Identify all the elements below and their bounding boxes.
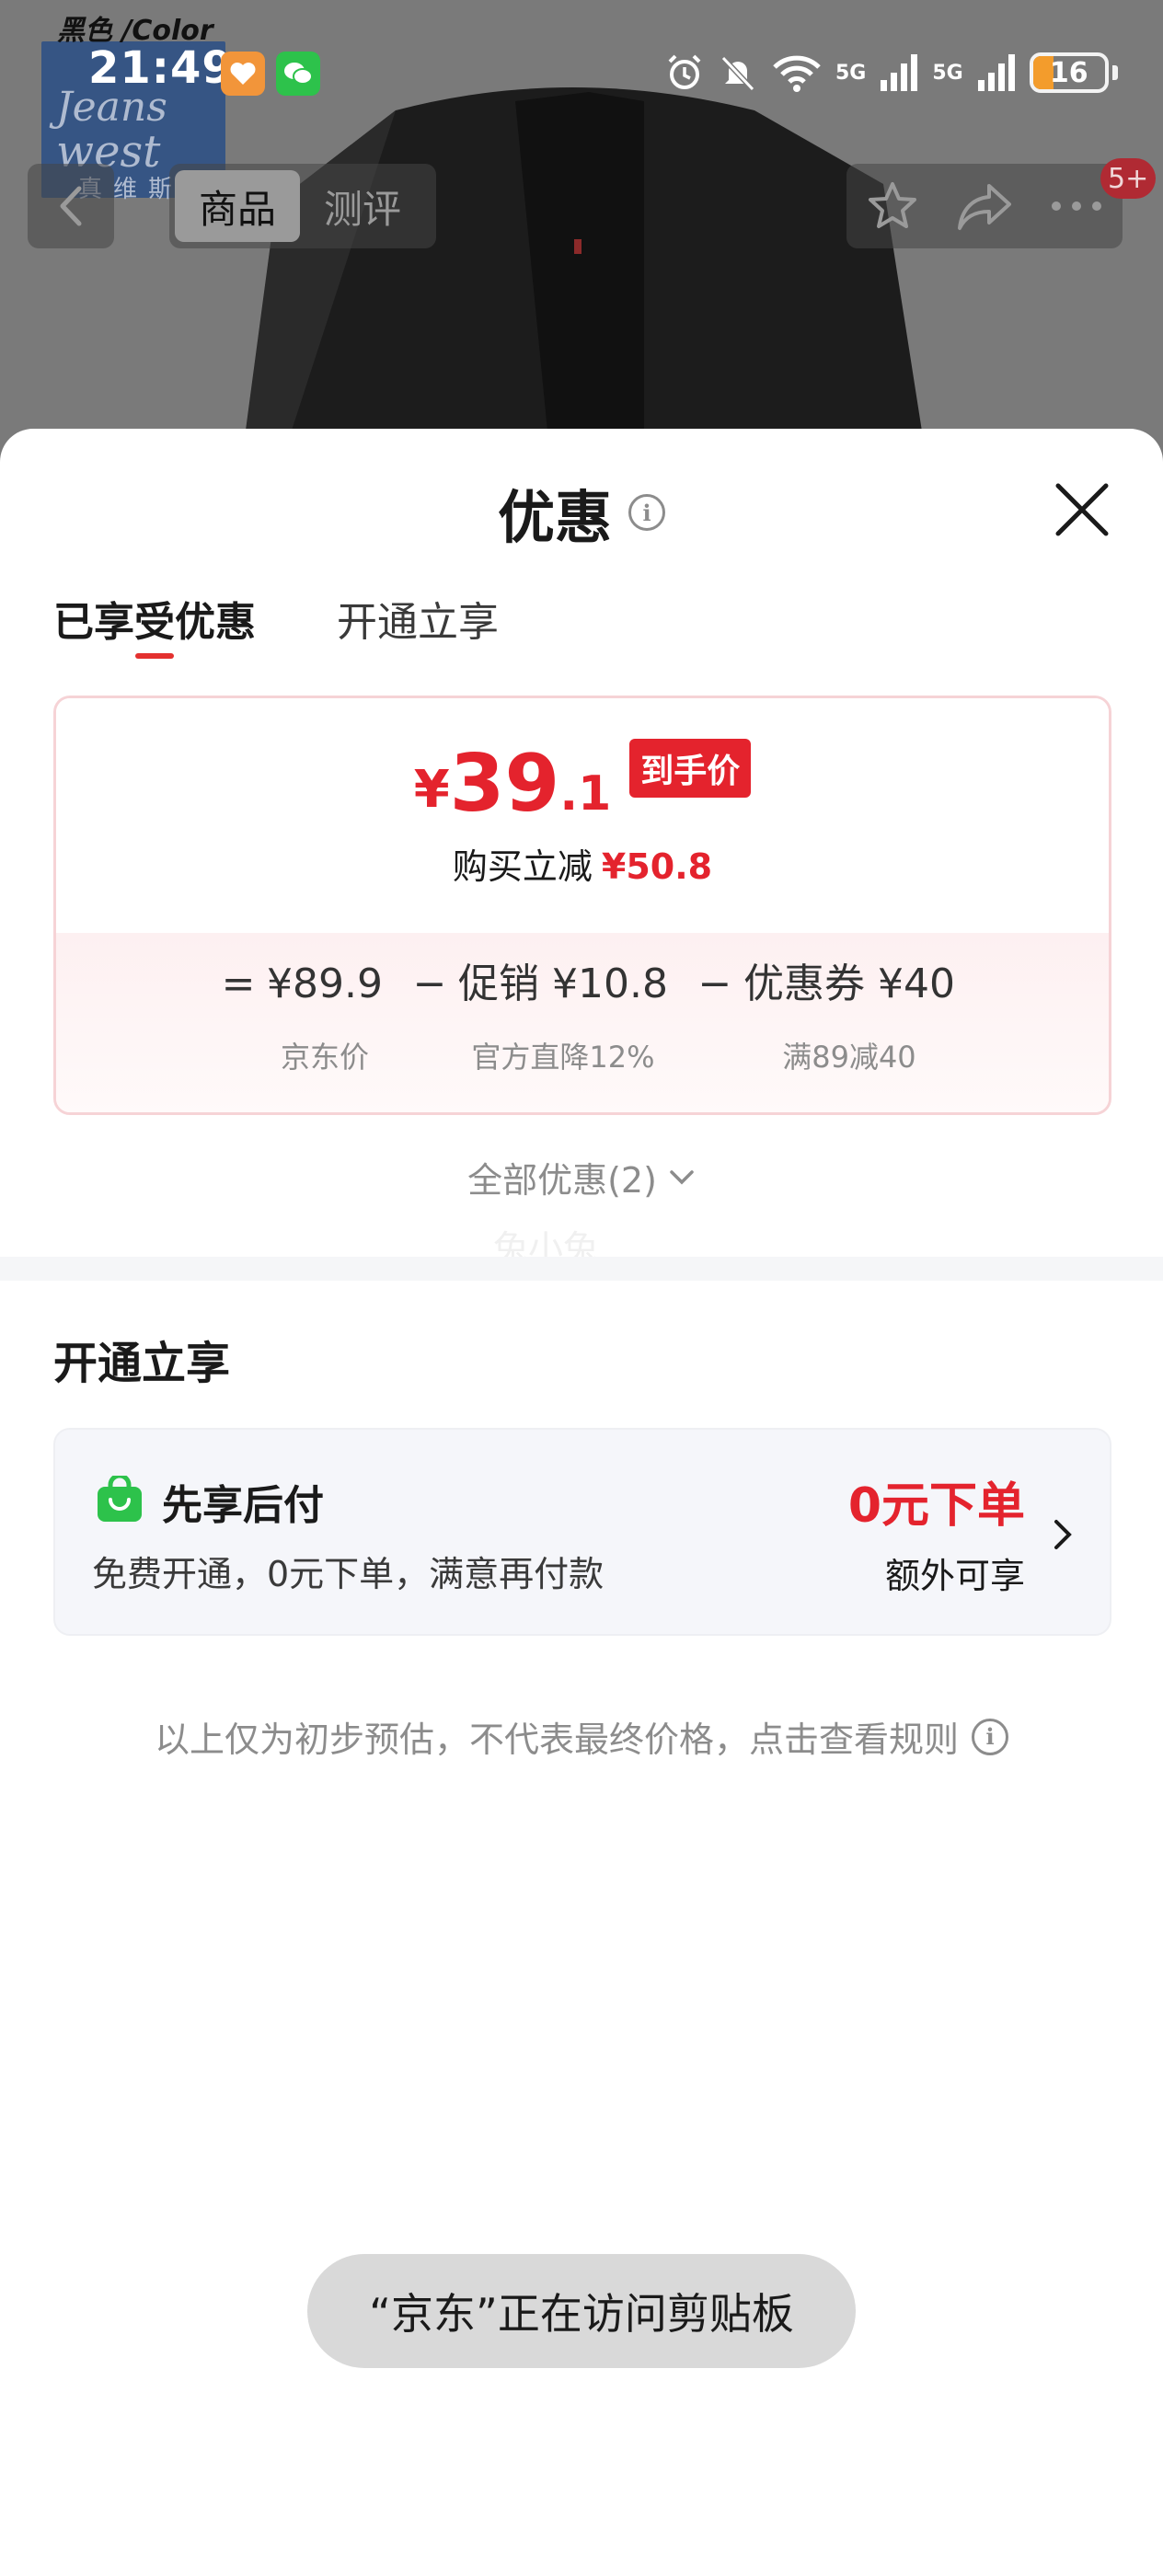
chevron-down-icon bbox=[670, 1169, 694, 1184]
activate-section-title: 开通立享 bbox=[53, 1338, 231, 1389]
star-icon[interactable] bbox=[865, 178, 920, 234]
wifi-icon bbox=[773, 55, 821, 92]
pay-later-highlight: 0元下单 bbox=[847, 1478, 1025, 1534]
pay-later-extra: 额外可享 bbox=[884, 1556, 1025, 1596]
signal-icon-2 bbox=[977, 54, 1015, 91]
all-discounts-toggle[interactable]: 全部优惠(2) bbox=[0, 1152, 1163, 1202]
share-icon[interactable] bbox=[956, 180, 1013, 232]
shopping-bag-icon bbox=[98, 1476, 142, 1522]
sheet-title: 优惠 bbox=[497, 484, 612, 551]
chevron-right-icon bbox=[1054, 1520, 1072, 1549]
final-price-tag: 到手价 bbox=[629, 739, 752, 798]
clipboard-toast: “京东”正在访问剪贴板 bbox=[307, 2254, 856, 2368]
instant-saving: 购买立减 ¥50.8 bbox=[452, 846, 713, 887]
price-breakdown-card: ¥ 39 .1 到手价 购买立减 ¥50.8 = ¥89.9 京东价 − 促销 ¥… bbox=[53, 696, 1111, 1115]
section-divider bbox=[0, 1257, 1163, 1281]
signal1-label: 5G bbox=[835, 61, 867, 85]
rules-info-icon: i bbox=[972, 1718, 1008, 1755]
pay-later-desc: 免费开通，0元下单，满意再付款 bbox=[92, 1554, 605, 1594]
product-nav-tabs: 商品 测评 bbox=[169, 164, 436, 248]
formula-coupon: 优惠券 ¥40 满89减40 bbox=[743, 960, 955, 1075]
price-formula: = ¥89.9 京东价 − 促销 ¥10.8 官方直降12% − 优惠券 ¥40… bbox=[221, 960, 955, 1075]
sheet-tabs: 已享受优惠 开通立享 bbox=[53, 589, 499, 648]
tab-review[interactable]: 测评 bbox=[300, 170, 425, 242]
info-icon[interactable]: i bbox=[628, 494, 665, 531]
price-rules-footnote[interactable]: 以上仅为初步预估，不代表最终价格，点击查看规则 i bbox=[0, 1711, 1163, 1762]
sheet-header: 优惠 i bbox=[0, 471, 1163, 554]
more-icon[interactable] bbox=[1049, 199, 1104, 213]
signal-icon bbox=[881, 54, 918, 91]
pay-later-title: 先享后付 bbox=[162, 1482, 324, 1529]
pay-later-card[interactable]: 先享后付 免费开通，0元下单，满意再付款 0元下单 额外可享 bbox=[53, 1428, 1111, 1636]
status-icons: 5G 5G 16 bbox=[664, 46, 1118, 99]
formula-jd-price: ¥89.9 京东价 bbox=[267, 960, 384, 1075]
back-icon bbox=[60, 186, 82, 226]
final-price: ¥ 39 .1 到手价 bbox=[56, 739, 1109, 825]
battery-icon: 16 bbox=[1029, 52, 1109, 93]
signal2-label: 5G bbox=[932, 61, 963, 85]
tab-enjoyed-discounts[interactable]: 已享受优惠 bbox=[53, 589, 256, 648]
wechat-icon bbox=[276, 52, 320, 96]
formula-promotion: 促销 ¥10.8 官方直降12% bbox=[458, 960, 668, 1075]
close-icon[interactable] bbox=[1051, 478, 1113, 541]
back-button[interactable] bbox=[28, 164, 114, 248]
message-count-badge: 5+ bbox=[1100, 158, 1157, 199]
alarm-icon bbox=[668, 54, 701, 89]
status-time: 21:49 bbox=[88, 42, 234, 94]
nav-actions bbox=[846, 164, 1123, 248]
health-app-icon bbox=[221, 52, 265, 96]
mute-icon bbox=[720, 55, 755, 92]
tab-activate-now[interactable]: 开通立享 bbox=[337, 589, 499, 648]
tab-product[interactable]: 商品 bbox=[175, 170, 300, 242]
